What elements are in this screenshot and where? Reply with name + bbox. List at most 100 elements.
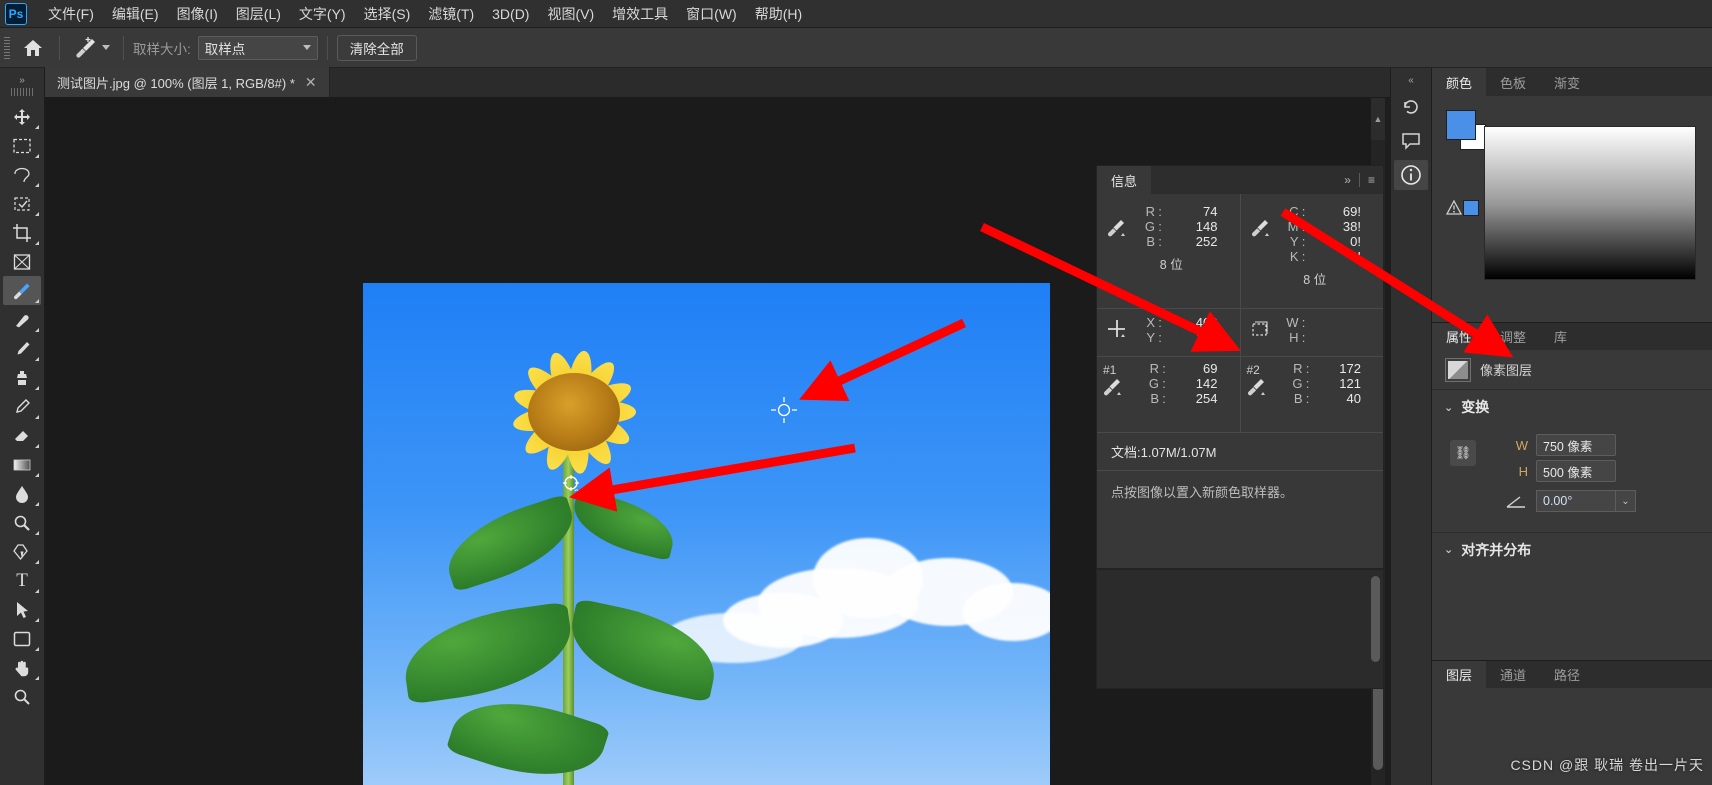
menu-select[interactable]: 选择(S) — [355, 0, 420, 28]
tool-preset-picker[interactable] — [69, 33, 114, 63]
menu-3d[interactable]: 3D(D) — [483, 0, 538, 28]
rectangle-tool[interactable] — [3, 624, 41, 653]
height-label: H — [1518, 463, 1528, 479]
info-position-size: X:406 Y:169 W: H: — [1097, 308, 1383, 356]
rectangular-marquee-tool[interactable] — [3, 131, 41, 160]
clone-stamp-tool[interactable] — [3, 363, 41, 392]
readout-row: B:254 — [1133, 391, 1240, 406]
transform-section-header[interactable]: ⌄ 变换 — [1432, 390, 1712, 424]
eyedropper-icon — [1247, 379, 1265, 396]
tab-properties[interactable]: 属性 — [1432, 323, 1487, 350]
toolbar-grip[interactable] — [11, 88, 33, 96]
frame-tool[interactable] — [3, 247, 41, 276]
leaf — [561, 598, 725, 703]
axis-value: 169 — [1195, 330, 1218, 345]
channel-label: B — [1146, 234, 1155, 249]
menu-layer[interactable]: 图层(L) — [227, 0, 290, 28]
tab-layers[interactable]: 图层 — [1432, 661, 1487, 688]
out-of-gamut-swatch[interactable] — [1463, 200, 1479, 216]
eyedropper-crosshair-cursor — [771, 397, 797, 423]
readout-row: X:406 — [1129, 315, 1240, 330]
readout-row: Y:0! — [1273, 234, 1384, 249]
menu-view[interactable]: 视图(V) — [538, 0, 603, 28]
height-input[interactable]: 500 像素 — [1536, 460, 1616, 482]
tab-info[interactable]: 信息 — [1097, 166, 1152, 194]
eraser-tool[interactable] — [3, 421, 41, 450]
blur-drop-icon — [16, 485, 28, 503]
axis-label: Y — [1146, 330, 1155, 345]
layers-panel-tabs: 图层 通道 路径 — [1432, 660, 1712, 688]
lasso-icon — [14, 167, 30, 182]
info-icon[interactable] — [1394, 160, 1428, 190]
color-sampler-marker-1[interactable]: 2 — [563, 475, 585, 497]
readout-row: G:142 — [1133, 376, 1240, 391]
color-ramp[interactable] — [1484, 126, 1696, 280]
sample-size-select[interactable]: 取样点 — [197, 35, 318, 60]
tab-color[interactable]: 颜色 — [1432, 68, 1487, 96]
eyedropper-icon — [76, 36, 95, 58]
toolbar-collapse-button[interactable]: » — [0, 72, 45, 88]
tab-gradients[interactable]: 渐变 — [1540, 68, 1594, 96]
align-section-header[interactable]: ⌄ 对齐并分布 — [1432, 532, 1712, 566]
bit-depth-label: 8 位 — [1159, 258, 1183, 272]
eyedropper-icon — [1251, 220, 1269, 237]
history-icon[interactable] — [1394, 92, 1428, 122]
comment-bubble-icon — [1402, 133, 1420, 150]
move-tool[interactable] — [3, 102, 41, 131]
panel-menu-icon[interactable]: ≡ — [1368, 173, 1375, 187]
zoom-tool[interactable] — [3, 682, 41, 711]
home-button[interactable] — [16, 33, 50, 63]
info-panel: 信息 » ≡ R:74 G:148 B:252 8 位 C: 69! M: … — [1096, 165, 1384, 569]
pen-tool[interactable] — [3, 537, 41, 566]
dock-collapse-button[interactable]: « — [1408, 72, 1414, 88]
menu-file[interactable]: 文件(F) — [39, 0, 103, 28]
foreground-color-swatch[interactable] — [1446, 110, 1476, 140]
crop-tool[interactable] — [3, 218, 41, 247]
scrollbar-thumb[interactable] — [1371, 576, 1380, 662]
tools-panel: » T — [0, 68, 45, 785]
tab-paths[interactable]: 路径 — [1540, 661, 1594, 688]
pen-icon — [13, 543, 28, 560]
tab-libraries[interactable]: 库 — [1540, 323, 1581, 350]
tab-channels[interactable]: 通道 — [1486, 661, 1540, 688]
options-bar-grip[interactable] — [4, 36, 10, 59]
document-image[interactable]: 2 — [363, 283, 1050, 785]
path-selection-tool[interactable] — [3, 595, 41, 624]
angle-row: 0.00° ⌄ — [1432, 490, 1712, 512]
menu-help[interactable]: 帮助(H) — [746, 0, 811, 28]
menu-type[interactable]: 文字(Y) — [290, 0, 355, 28]
type-tool[interactable]: T — [3, 566, 41, 595]
object-selection-tool[interactable] — [3, 189, 41, 218]
menu-plugins[interactable]: 增效工具 — [603, 0, 677, 28]
close-icon[interactable]: ✕ — [305, 75, 317, 89]
dodge-tool[interactable] — [3, 508, 41, 537]
panel-collapse-icon[interactable]: » — [1344, 173, 1351, 187]
blur-tool[interactable] — [3, 479, 41, 508]
link-dimensions-button[interactable]: ⛓ — [1450, 440, 1476, 466]
eraser-icon — [15, 430, 28, 441]
document-tab[interactable]: 测试图片.jpg @ 100% (图层 1, RGB/8#) * ✕ — [45, 67, 330, 97]
spot-healing-brush-tool[interactable] — [3, 305, 41, 334]
hand-tool[interactable] — [3, 653, 41, 682]
chevron-down-icon[interactable]: ⌄ — [1616, 490, 1636, 512]
tab-adjustments[interactable]: 调整 — [1486, 323, 1540, 350]
menu-filter[interactable]: 滤镜(T) — [419, 0, 483, 28]
lasso-tool[interactable] — [3, 160, 41, 189]
menu-window[interactable]: 窗口(W) — [677, 0, 746, 28]
channel-value: 69 — [1203, 361, 1218, 376]
align-title: 对齐并分布 — [1461, 541, 1532, 558]
tab-swatches[interactable]: 色板 — [1486, 68, 1540, 96]
angle-input[interactable]: 0.00° — [1536, 490, 1616, 512]
gradient-tool[interactable] — [3, 450, 41, 479]
warning-icon[interactable] — [1446, 200, 1462, 216]
menu-edit[interactable]: 编辑(E) — [103, 0, 168, 28]
channel-label: R — [1149, 361, 1159, 376]
scroll-up-button[interactable]: ▲ — [1371, 98, 1385, 140]
eyedropper-tool[interactable] — [3, 276, 41, 305]
history-brush-tool[interactable] — [3, 392, 41, 421]
menu-image[interactable]: 图像(I) — [168, 0, 227, 28]
clear-all-button[interactable]: 清除全部 — [336, 34, 417, 61]
brush-tool[interactable] — [3, 334, 41, 363]
width-input[interactable]: 750 像素 — [1536, 434, 1616, 456]
comments-icon[interactable] — [1394, 126, 1428, 156]
